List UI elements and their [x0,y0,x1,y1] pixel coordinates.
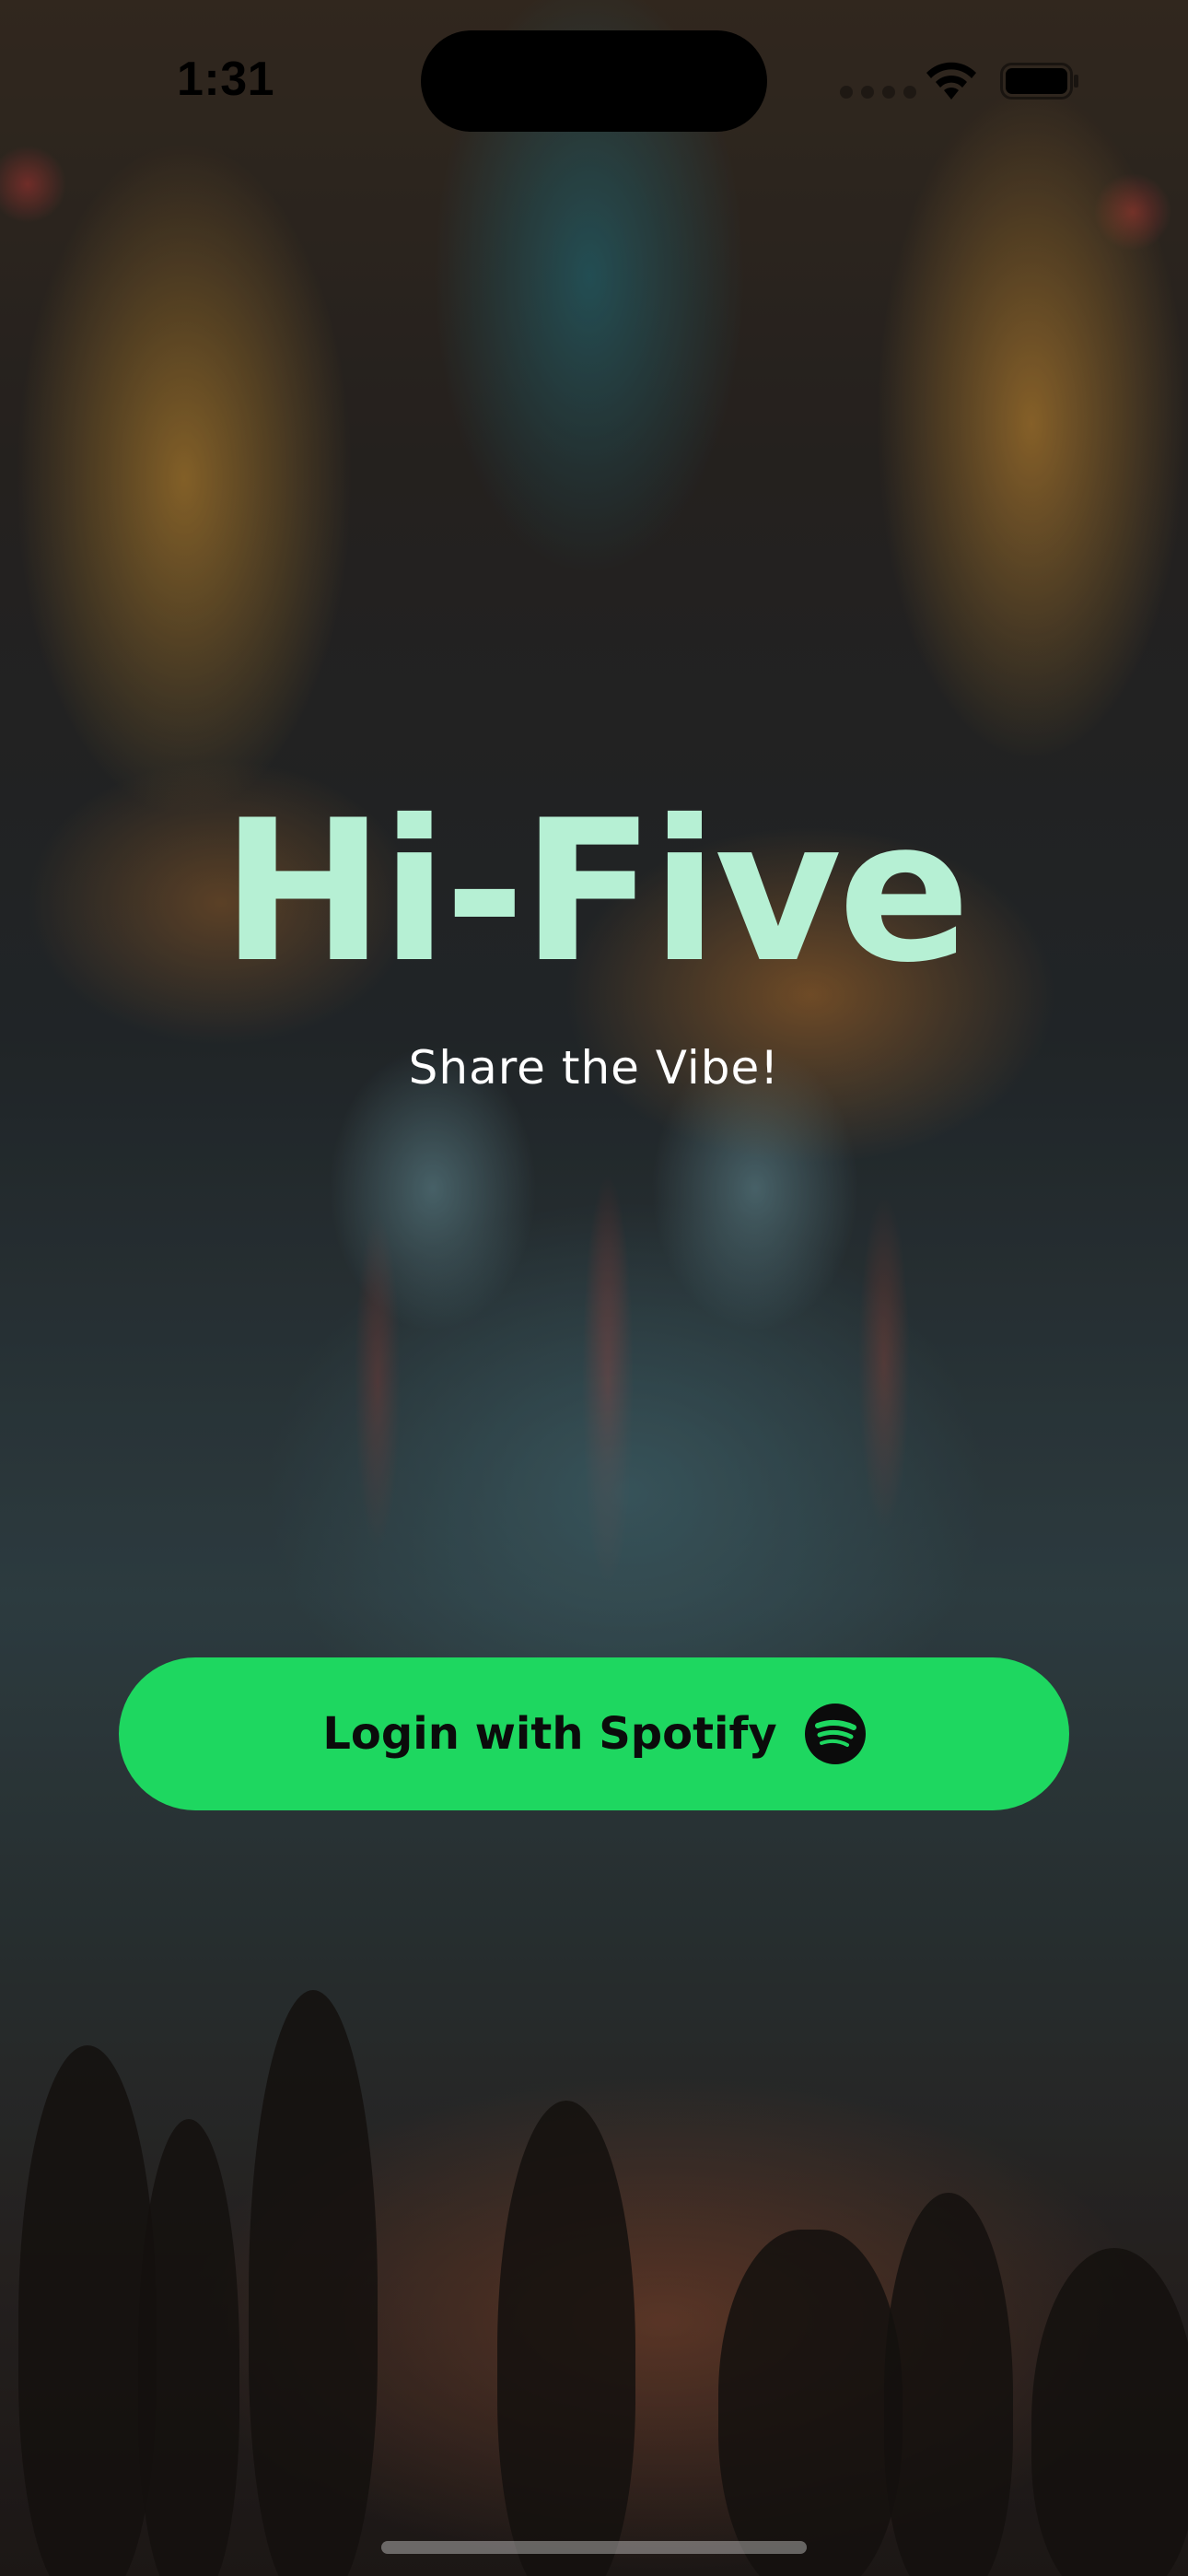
login-button-label: Login with Spotify [322,1708,777,1760]
cellular-signal-icon [840,86,916,99]
login-screen: 1:31 Hi-Five Share the Vibe! Login with … [0,0,1188,2576]
battery-icon [1000,63,1078,100]
app-tagline: Share the Vibe! [408,1041,780,1095]
status-bar-time: 1:31 [177,53,275,106]
dynamic-island [421,30,767,132]
wifi-icon [926,62,976,100]
login-with-spotify-button[interactable]: Login with Spotify [119,1657,1069,1810]
spotify-icon [804,1704,866,1764]
app-title: Hi-Five [221,778,971,1005]
home-indicator[interactable] [381,2541,807,2554]
